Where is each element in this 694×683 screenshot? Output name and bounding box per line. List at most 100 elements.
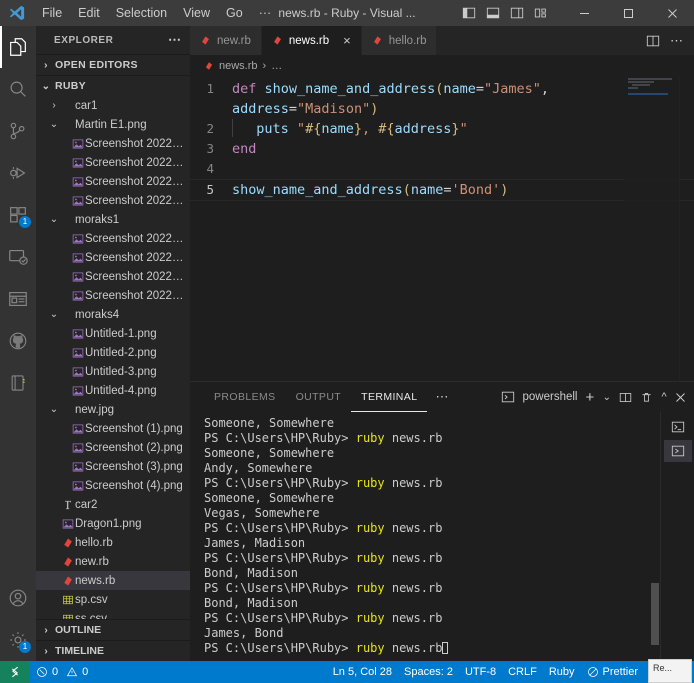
editor-more-actions-icon[interactable]: ⋯ xyxy=(670,34,684,47)
tree-file-row[interactable]: new.rb xyxy=(36,552,190,571)
editor-vertical-scrollbar[interactable] xyxy=(680,77,694,381)
breadcrumb[interactable]: news.rb › … xyxy=(190,55,694,77)
breadcrumb-symbol[interactable]: … xyxy=(271,60,282,72)
activity-remote-explorer[interactable] xyxy=(0,236,36,278)
toggle-panel-icon[interactable] xyxy=(486,6,500,20)
activity-accounts[interactable] xyxy=(0,577,36,619)
activity-live-preview[interactable] xyxy=(0,278,36,320)
notification-popup[interactable]: Re... xyxy=(648,659,692,683)
sidebar-section-open-editors[interactable]: › OPEN EDITORS xyxy=(36,54,190,75)
activity-github[interactable] xyxy=(0,320,36,362)
tree-file-row[interactable]: Screenshot 2022-02-... xyxy=(36,286,190,305)
tree-file-row[interactable]: Screenshot 2022-01-... xyxy=(36,134,190,153)
tree-folder-row[interactable]: ⌄ new.jpg xyxy=(36,400,190,419)
minimap[interactable] xyxy=(624,77,680,381)
menu-more[interactable]: ··· xyxy=(251,3,280,23)
status-formatter[interactable]: Prettier xyxy=(581,661,644,683)
tree-file-row[interactable]: Untitled-3.png xyxy=(36,362,190,381)
file-tree[interactable]: › car1 ⌄ Martin E1.png Screenshot 2022-01-..… xyxy=(36,96,190,620)
sidebar-section-ruby[interactable]: ⌄ RUBY xyxy=(36,75,190,96)
tree-file-row[interactable]: car2 xyxy=(36,495,190,514)
tree-file-row[interactable]: Screenshot (1).png xyxy=(36,419,190,438)
tree-file-row[interactable]: Screenshot (2).png xyxy=(36,438,190,457)
activity-explorer[interactable] xyxy=(0,26,36,68)
tree-file-row[interactable]: Screenshot 2022-02-... xyxy=(36,191,190,210)
activity-search[interactable] xyxy=(0,68,36,110)
terminal-instance-powershell[interactable] xyxy=(664,416,692,438)
terminal-dropdown-icon[interactable]: ⌄ xyxy=(603,392,612,403)
tree-file-row[interactable]: Screenshot 2022-02-... xyxy=(36,172,190,191)
menu-view[interactable]: View xyxy=(175,3,218,23)
tree-folder-row[interactable]: ⌄ Martin E1.png xyxy=(36,115,190,134)
tab-label: hello.rb xyxy=(388,34,427,47)
tree-file-row[interactable]: Screenshot (4).png xyxy=(36,476,190,495)
tree-file-row[interactable]: Screenshot 2022-02-... xyxy=(36,153,190,172)
activity-extensions[interactable]: 1 xyxy=(0,194,36,236)
breadcrumb-file[interactable]: news.rb xyxy=(219,60,258,72)
sidebar-more-actions-icon[interactable]: ⋯ xyxy=(168,32,182,48)
menu-go[interactable]: Go xyxy=(218,3,251,23)
tree-file-row[interactable]: ss.csv xyxy=(36,609,190,620)
menu-edit[interactable]: Edit xyxy=(70,3,108,23)
split-terminal-icon[interactable] xyxy=(619,391,632,404)
panel-tab-output[interactable]: OUTPUT xyxy=(286,382,352,412)
status-indentation[interactable]: Spaces: 2 xyxy=(398,661,459,683)
window-maximize-button[interactable] xyxy=(606,0,650,26)
tab-hello-rb[interactable]: hello.rb xyxy=(361,26,438,55)
close-panel-icon[interactable] xyxy=(675,392,686,403)
activity-manage-settings[interactable]: 1 xyxy=(0,619,36,661)
status-encoding[interactable]: UTF-8 xyxy=(459,661,502,683)
panel-tab-terminal[interactable]: TERMINAL xyxy=(351,382,428,412)
activity-source-control[interactable] xyxy=(0,110,36,152)
status-cursor-position[interactable]: Ln 5, Col 28 xyxy=(327,661,398,683)
terminal-shell-name[interactable]: powershell xyxy=(523,391,578,403)
tab-news-rb[interactable]: news.rb × xyxy=(261,26,362,55)
tree-folder-row[interactable]: ⌄ moraks4 xyxy=(36,305,190,324)
status-language-mode[interactable]: Ruby xyxy=(543,661,581,683)
window-minimize-button[interactable] xyxy=(562,0,606,26)
customize-layout-icon[interactable] xyxy=(534,6,548,20)
terminal-instance-cmd[interactable] xyxy=(663,440,692,462)
image-file-icon xyxy=(70,290,85,302)
chevron-down-icon: ⌄ xyxy=(49,119,59,131)
tree-file-row[interactable]: Untitled-2.png xyxy=(36,343,190,362)
tree-folder-row[interactable]: ⌄ moraks1 xyxy=(36,210,190,229)
tree-file-row[interactable]: Screenshot 2022-01-... xyxy=(36,248,190,267)
panel-more-tabs-icon[interactable]: ⋯ xyxy=(427,382,457,412)
activity-notebook[interactable] xyxy=(0,362,36,404)
tree-file-row[interactable]: Untitled-4.png xyxy=(36,381,190,400)
sidebar-section-outline[interactable]: › OUTLINE xyxy=(36,619,190,640)
tree-file-row[interactable]: Untitled-1.png xyxy=(36,324,190,343)
terminal-body[interactable]: Someone, Somewhere PS C:\Users\HP\Ruby> r… xyxy=(190,412,694,661)
new-terminal-icon[interactable]: + xyxy=(585,390,594,405)
activity-run-and-debug[interactable] xyxy=(0,152,36,194)
split-editor-icon[interactable] xyxy=(646,34,660,48)
tree-file-row[interactable]: Dragon1.png xyxy=(36,514,190,533)
status-problems[interactable]: 0 0 xyxy=(30,661,94,683)
menu-file[interactable]: File xyxy=(34,3,70,23)
menu-bar[interactable]: File Edit Selection View Go ··· xyxy=(34,3,279,23)
panel-tab-problems[interactable]: PROBLEMS xyxy=(204,382,286,412)
tab-close-icon[interactable]: × xyxy=(343,34,351,47)
terminal-output[interactable]: Someone, Somewhere PS C:\Users\HP\Ruby> r… xyxy=(190,412,660,661)
maximize-panel-icon[interactable]: ^ xyxy=(661,391,667,403)
terminal-scrollbar[interactable] xyxy=(650,412,660,661)
tree-file-row[interactable]: sp.csv xyxy=(36,590,190,609)
toggle-primary-sidebar-icon[interactable] xyxy=(462,6,476,20)
kill-terminal-icon[interactable] xyxy=(640,391,653,404)
code-content[interactable]: 1 def show_name_and_address(name="James"… xyxy=(190,77,694,201)
sidebar-section-timeline[interactable]: › TIMELINE xyxy=(36,640,190,661)
status-remote-button[interactable] xyxy=(0,661,30,683)
menu-selection[interactable]: Selection xyxy=(108,3,175,23)
tree-file-row[interactable]: hello.rb xyxy=(36,533,190,552)
tree-file-row[interactable]: Screenshot 2022-01-... xyxy=(36,229,190,248)
window-close-button[interactable] xyxy=(650,0,694,26)
toggle-secondary-sidebar-icon[interactable] xyxy=(510,6,524,20)
tree-folder-row[interactable]: › car1 xyxy=(36,96,190,115)
tree-file-row[interactable]: news.rb xyxy=(36,571,190,591)
status-eol[interactable]: CRLF xyxy=(502,661,543,683)
tree-file-row[interactable]: Screenshot 2022-02-... xyxy=(36,267,190,286)
tree-file-row[interactable]: Screenshot (3).png xyxy=(36,457,190,476)
tab-new-rb[interactable]: new.rb xyxy=(190,26,262,55)
code-editor[interactable]: 1 def show_name_and_address(name="James"… xyxy=(190,77,694,381)
